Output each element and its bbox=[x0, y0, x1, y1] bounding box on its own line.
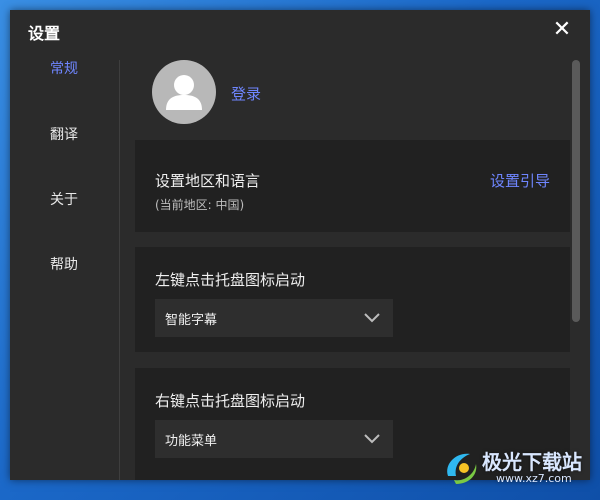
setup-guide-link[interactable]: 设置引导 bbox=[490, 170, 550, 191]
right-click-title: 右键点击托盘图标启动 bbox=[155, 392, 306, 410]
watermark-url: www.xz7.com bbox=[496, 472, 572, 485]
chevron-down-icon bbox=[364, 434, 380, 444]
sidebar-item-general[interactable]: 常规 bbox=[50, 58, 78, 78]
scrollbar[interactable] bbox=[572, 60, 580, 480]
region-current: (当前地区: 中国) bbox=[155, 198, 245, 212]
left-click-card: 左键点击托盘图标启动 智能字幕 bbox=[135, 247, 570, 352]
sidebar-divider bbox=[119, 60, 120, 480]
close-button[interactable]: ✕ bbox=[548, 16, 576, 44]
window-title: 设置 bbox=[28, 24, 61, 43]
watermark-logo-icon bbox=[447, 453, 477, 484]
left-click-selected: 智能字幕 bbox=[165, 313, 218, 328]
sidebar-item-about[interactable]: 关于 bbox=[50, 189, 78, 209]
scrollbar-thumb[interactable] bbox=[572, 60, 580, 322]
left-click-dropdown[interactable]: 智能字幕 bbox=[155, 299, 393, 337]
avatar[interactable] bbox=[152, 60, 216, 124]
left-click-title: 左键点击托盘图标启动 bbox=[155, 271, 306, 289]
settings-window: 设置 ✕ 常规 翻译 关于 帮助 登录 设置地区和语言 (当前地区: 中国) 设… bbox=[10, 10, 590, 480]
watermark: 极光下载站 www.xz7.com bbox=[442, 444, 592, 492]
region-title: 设置地区和语言 bbox=[155, 172, 261, 190]
watermark-title: 极光下载站 bbox=[482, 450, 582, 474]
sidebar-item-translate[interactable]: 翻译 bbox=[50, 124, 78, 144]
chevron-down-icon bbox=[364, 313, 380, 323]
login-link[interactable]: 登录 bbox=[231, 83, 261, 104]
region-card: 设置地区和语言 (当前地区: 中国) 设置引导 bbox=[135, 140, 570, 232]
right-click-selected: 功能菜单 bbox=[165, 434, 218, 449]
close-icon: ✕ bbox=[552, 17, 572, 42]
sidebar-item-help[interactable]: 帮助 bbox=[50, 254, 78, 274]
user-icon bbox=[166, 75, 202, 110]
right-click-dropdown[interactable]: 功能菜单 bbox=[155, 420, 393, 458]
